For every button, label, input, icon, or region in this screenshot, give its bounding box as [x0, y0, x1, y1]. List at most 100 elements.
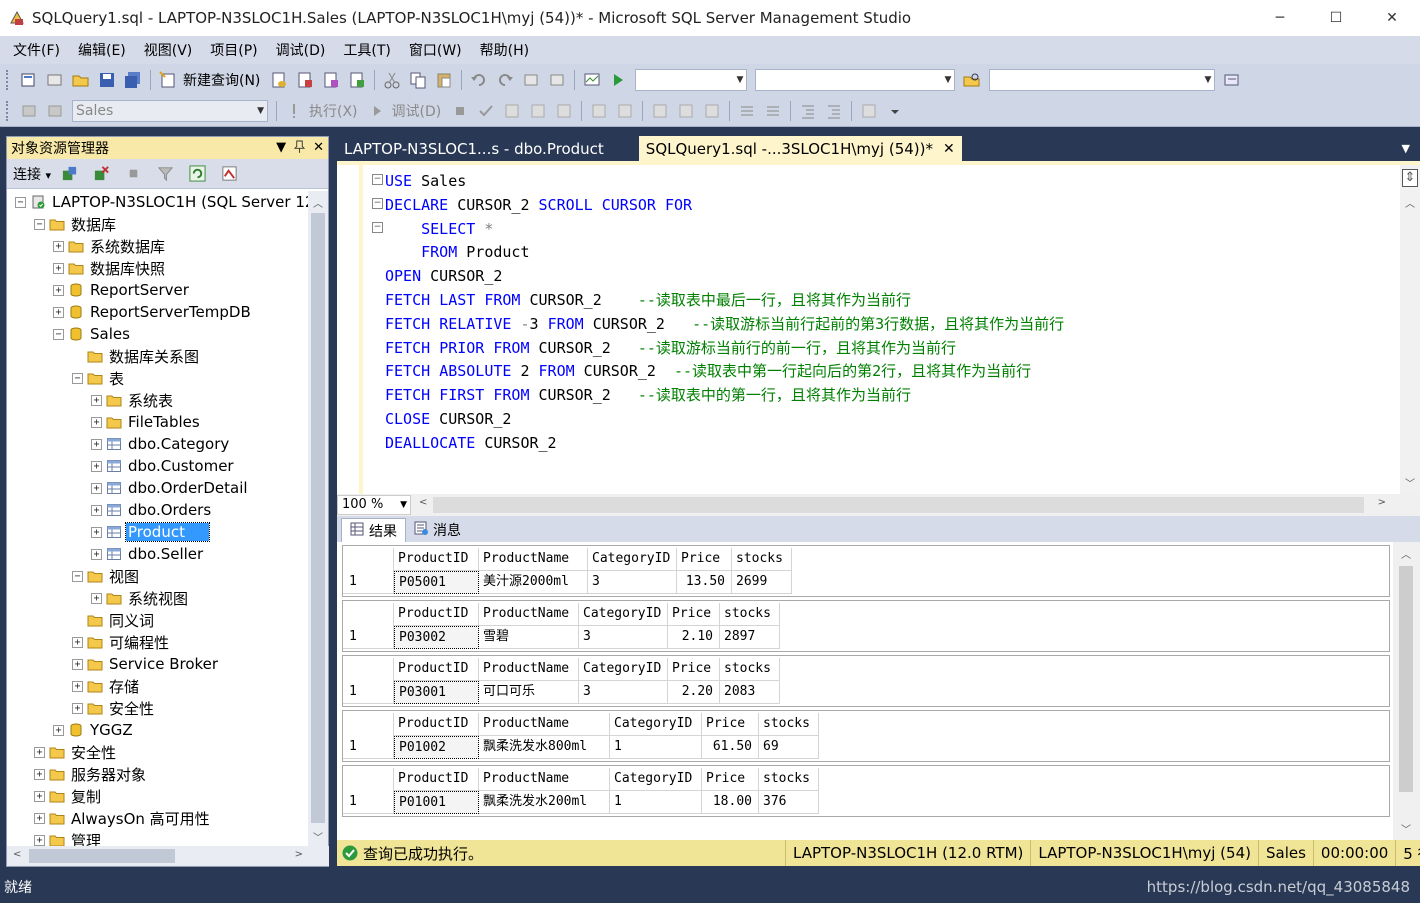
expand-plus-icon[interactable]: +: [53, 724, 64, 736]
grid-cell[interactable]: 2.20: [668, 681, 720, 704]
intellisense-icon[interactable]: [554, 101, 574, 121]
debug-button[interactable]: 调试(D): [392, 101, 442, 121]
client-stats-icon[interactable]: [615, 101, 635, 121]
tree-node[interactable]: + 存储: [72, 675, 141, 697]
scroll-right-chevron-icon[interactable]: >: [295, 849, 303, 860]
grid-cell[interactable]: 1: [610, 736, 702, 759]
tree-node[interactable]: + ReportServer: [53, 279, 191, 301]
expand-plus-icon[interactable]: +: [34, 834, 45, 846]
scrollbar-thumb[interactable]: [29, 849, 175, 863]
code-line[interactable]: DEALLOCATE CURSOR_2: [385, 432, 1064, 456]
tree-node[interactable]: + 系统数据库: [53, 235, 167, 257]
execute-button[interactable]: 执行(X): [309, 101, 358, 121]
tree-node[interactable]: 数据库关系图: [72, 345, 201, 367]
expand-plus-icon[interactable]: +: [34, 768, 45, 780]
result-grid[interactable]: ProductID ProductName CategoryID Price stock…: [342, 710, 1390, 762]
code-line[interactable]: FETCH ABSOLUTE 2 FROM CURSOR_2 --读取表中第一行…: [385, 360, 1064, 384]
save-all-icon[interactable]: [123, 70, 143, 90]
split-editor-icon[interactable]: ⇕: [1402, 169, 1418, 187]
debug-play-icon[interactable]: [367, 101, 387, 121]
row-number[interactable]: 1: [343, 791, 394, 814]
grid-cell[interactable]: 2083: [720, 681, 780, 704]
tree-node[interactable]: + AlwaysOn 高可用性: [34, 807, 212, 829]
grid-cell[interactable]: 13.50: [677, 571, 732, 594]
tree-node[interactable]: + 系统表: [91, 389, 175, 411]
column-header[interactable]: stocks: [759, 713, 819, 736]
column-header[interactable]: stocks: [720, 658, 780, 681]
close-tab-icon[interactable]: ✕: [943, 141, 955, 157]
column-header[interactable]: ProductName: [479, 713, 610, 736]
grid-cell[interactable]: 2699: [732, 571, 792, 594]
menu-window[interactable]: 窗口(W): [400, 40, 471, 60]
expand-plus-icon[interactable]: +: [72, 658, 83, 670]
tree-node[interactable]: + 安全性: [34, 741, 118, 763]
table-row[interactable]: 1 P03002 雪碧 3 2.10 2897: [343, 626, 780, 649]
grid-cell[interactable]: 69: [759, 736, 819, 759]
scroll-up-chevron-icon[interactable]: ︿: [1405, 195, 1415, 210]
column-header[interactable]: CategoryID: [579, 603, 668, 626]
paste-icon[interactable]: [434, 70, 454, 90]
scroll-down-chevron-icon[interactable]: ﹀: [1401, 821, 1411, 836]
grid-cell[interactable]: 2.10: [668, 626, 720, 649]
grid-corner[interactable]: [343, 658, 394, 681]
include-plan-icon[interactable]: [589, 101, 609, 121]
dmx-query-icon[interactable]: [321, 70, 341, 90]
tree-node[interactable]: + 服务器对象: [34, 763, 148, 785]
result-grid[interactable]: ProductID ProductName CategoryID Price stock…: [342, 545, 1390, 597]
column-header[interactable]: Price: [702, 713, 759, 736]
cut-icon[interactable]: [382, 70, 402, 90]
editor-horizontal-scrollbar-thumb[interactable]: [433, 497, 1364, 513]
expand-plus-icon[interactable]: +: [91, 592, 102, 604]
tree-node[interactable]: − 数据库: [34, 213, 118, 235]
tree-node[interactable]: + 复制: [34, 785, 103, 807]
cancel-query-icon[interactable]: [450, 101, 470, 121]
column-header[interactable]: ProductID: [394, 603, 479, 626]
undo-icon[interactable]: [469, 70, 489, 90]
expand-plus-icon[interactable]: +: [91, 526, 102, 538]
grid-cell[interactable]: 可口可乐: [479, 681, 579, 704]
new-query-icon[interactable]: [158, 70, 178, 90]
start-play-icon[interactable]: [608, 70, 628, 90]
solution-config-combo[interactable]: ▼: [635, 68, 748, 91]
stop-icon[interactable]: [124, 164, 144, 184]
connect-object-explorer-icon[interactable]: [60, 164, 80, 184]
results-to-grid-icon[interactable]: [676, 101, 696, 121]
activity-monitor-icon[interactable]: [582, 70, 602, 90]
tree-node[interactable]: + 安全性: [72, 697, 156, 719]
grid-cell[interactable]: 3: [579, 681, 668, 704]
add-item-icon[interactable]: [45, 70, 65, 90]
tree-node[interactable]: − Sales: [53, 323, 132, 345]
menu-file[interactable]: 文件(F): [4, 40, 69, 60]
tree-node[interactable]: + FileTables: [91, 411, 202, 433]
grid-corner[interactable]: [343, 713, 394, 736]
pin-icon[interactable]: [293, 140, 306, 157]
display-plan-icon[interactable]: [502, 101, 522, 121]
grid-corner[interactable]: [343, 548, 394, 571]
code-line[interactable]: FETCH RELATIVE -3 FROM CURSOR_2 --读取游标当前…: [385, 313, 1064, 337]
expand-plus-icon[interactable]: +: [72, 702, 83, 714]
grid-cell[interactable]: 雪碧: [479, 626, 579, 649]
tree-horizontal-scrollbar[interactable]: < >: [7, 846, 329, 866]
tree-node[interactable]: + 系统视图: [91, 587, 190, 609]
expand-plus-icon[interactable]: +: [91, 482, 102, 494]
row-number[interactable]: 1: [343, 681, 394, 704]
table-row[interactable]: 1 P01001 飘柔洗发水200ml 1 18.00 376: [343, 791, 819, 814]
navigate-forward-icon[interactable]: [547, 70, 567, 90]
expand-plus-icon[interactable]: +: [91, 504, 102, 516]
change-connection-icon[interactable]: [45, 101, 65, 121]
tree-node[interactable]: + 可编程性: [72, 631, 171, 653]
scroll-right-chevron-icon[interactable]: >: [1378, 497, 1386, 508]
fold-collapse-icon[interactable]: −: [372, 174, 383, 185]
scroll-up-chevron-icon[interactable]: ︿: [1401, 546, 1411, 561]
copy-icon[interactable]: [408, 70, 428, 90]
connect-button[interactable]: 连接 ▾: [13, 164, 51, 184]
column-header[interactable]: ProductName: [479, 658, 579, 681]
results-vertical-scrollbar[interactable]: ︿ ﹀: [1393, 542, 1420, 840]
expand-plus-icon[interactable]: +: [91, 460, 102, 472]
grid-cell[interactable]: P05001: [394, 571, 479, 594]
menu-debug[interactable]: 调试(D): [267, 40, 335, 60]
open-file-icon[interactable]: [71, 70, 91, 90]
grid-cell[interactable]: 61.50: [702, 736, 759, 759]
expand-plus-icon[interactable]: +: [91, 394, 102, 406]
tree-node[interactable]: 同义词: [72, 609, 156, 631]
